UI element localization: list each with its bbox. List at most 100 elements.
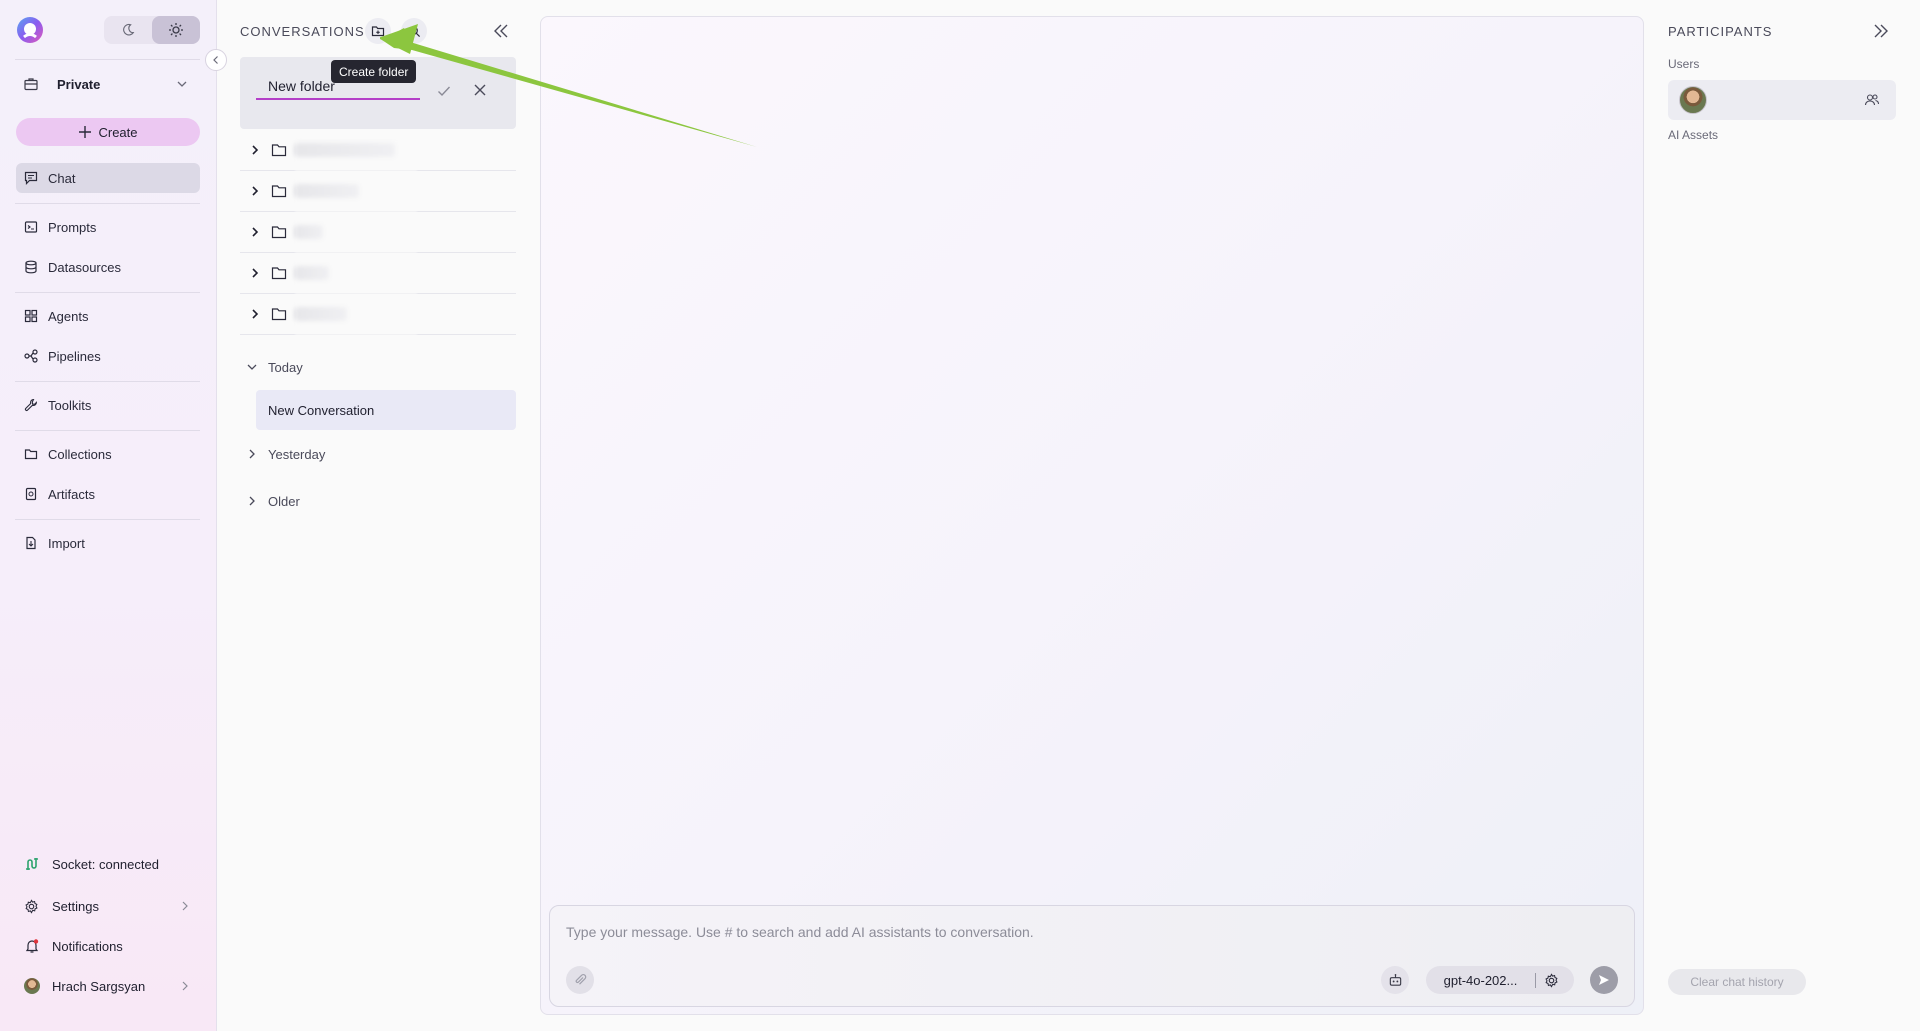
nav-item-collections[interactable]: Collections	[16, 439, 200, 469]
import-icon	[24, 535, 40, 551]
settings-label: Settings	[52, 898, 99, 914]
users-group-icon[interactable]	[1864, 92, 1880, 108]
model-selector[interactable]: gpt-4o-202...	[1426, 966, 1574, 994]
participant-user[interactable]	[1668, 80, 1896, 120]
chevron-right-icon	[252, 309, 259, 319]
theme-toggle[interactable]	[104, 16, 200, 44]
folder-icon	[24, 446, 40, 462]
collapse-conversations-button[interactable]	[492, 22, 510, 40]
model-name: gpt-4o-202...	[1426, 972, 1536, 988]
folder-icon	[271, 185, 287, 198]
chevron-right-icon	[252, 145, 259, 155]
group-yesterday[interactable]: Yesterday	[240, 439, 325, 469]
search-conversations-button[interactable]	[401, 18, 427, 44]
nav-item-chat[interactable]: Chat	[16, 163, 200, 193]
send-button[interactable]	[1590, 966, 1618, 994]
chevron-right-icon	[182, 901, 188, 911]
nav-label: Pipelines	[48, 348, 101, 364]
folder-icon	[271, 226, 287, 239]
user-menu[interactable]: Hrach Sargsyan	[16, 971, 200, 1001]
nav-item-pipelines[interactable]: Pipelines	[16, 341, 200, 371]
robot-icon	[1389, 973, 1401, 986]
chevron-down-icon	[177, 81, 187, 87]
gear-icon	[24, 897, 42, 915]
divider	[15, 519, 200, 520]
group-label: Older	[268, 493, 300, 509]
search-icon	[408, 25, 420, 37]
confirm-folder-button[interactable]	[436, 83, 452, 99]
moon-icon	[123, 23, 135, 36]
nav-item-artifacts[interactable]: Artifacts	[16, 479, 200, 509]
clear-chat-history-button[interactable]: Clear chat history	[1668, 969, 1806, 995]
chat-icon	[24, 170, 40, 186]
pipeline-icon	[24, 348, 40, 364]
chat-area	[540, 16, 1644, 1015]
chevron-right-icon	[252, 268, 259, 278]
divider	[15, 381, 200, 382]
nav-label: Prompts	[48, 219, 97, 235]
attach-button[interactable]	[566, 966, 594, 994]
folder-plus-icon	[371, 26, 385, 37]
create-folder-tooltip: Create folder	[331, 60, 417, 83]
nav-item-datasources[interactable]: Datasources	[16, 252, 200, 282]
avatar	[24, 977, 42, 995]
group-today[interactable]: Today	[240, 352, 303, 382]
dark-mode-button[interactable]	[104, 16, 152, 44]
double-chevron-left-icon	[494, 24, 508, 38]
collapse-participants-button[interactable]	[1872, 22, 1890, 40]
nav-item-agents[interactable]: Agents	[16, 301, 200, 331]
group-older[interactable]: Older	[240, 486, 300, 516]
nav-label: Artifacts	[48, 486, 95, 502]
nav-item-prompts[interactable]: Prompts	[16, 212, 200, 242]
group-label: Yesterday	[268, 446, 326, 462]
create-button[interactable]: Create	[16, 118, 200, 146]
divider	[15, 430, 200, 431]
message-input[interactable]	[566, 920, 1606, 944]
divider	[15, 203, 200, 204]
divider	[15, 292, 200, 293]
check-icon	[438, 86, 451, 97]
folder-icon	[271, 308, 287, 321]
artifact-icon	[24, 486, 40, 502]
chevron-left-icon	[213, 56, 218, 64]
prompt-icon	[24, 219, 40, 235]
message-composer: gpt-4o-202...	[549, 905, 1635, 1007]
user-name: Hrach Sargsyan	[52, 978, 146, 994]
sun-icon	[169, 23, 183, 37]
left-sidebar: Private Create Chat Prompts Datasources …	[0, 0, 217, 1031]
nav-label: Toolkits	[48, 397, 92, 413]
notifications-item[interactable]: Notifications	[16, 931, 200, 961]
ai-assets-label: AI Assets	[1668, 128, 1719, 142]
group-label: Today	[268, 359, 303, 375]
grid-icon	[24, 308, 40, 324]
paperclip-icon	[575, 974, 587, 985]
socket-status: Socket: connected	[16, 849, 200, 879]
nav-label: Datasources	[48, 259, 121, 275]
send-icon	[1599, 975, 1609, 985]
conversations-title: CONVERSATIONS	[240, 24, 365, 39]
conversation-item[interactable]: New Conversation	[256, 390, 516, 430]
briefcase-icon	[24, 78, 38, 91]
notifications-label: Notifications	[52, 938, 123, 954]
settings-item[interactable]: Settings	[16, 891, 200, 921]
collapse-sidebar-button[interactable]	[205, 49, 227, 71]
chevron-right-icon	[182, 981, 188, 991]
create-label: Create	[98, 124, 138, 140]
close-icon	[474, 84, 486, 96]
conversation-title: New Conversation	[268, 402, 375, 418]
light-mode-button[interactable]	[152, 16, 200, 44]
folder-icon	[271, 267, 287, 280]
participants-title: PARTICIPANTS	[1668, 24, 1773, 39]
workspace-select[interactable]: Private	[15, 70, 200, 98]
nav-item-import[interactable]: Import	[16, 528, 200, 558]
cancel-folder-button[interactable]	[473, 83, 487, 97]
privacy-blur	[295, 140, 417, 340]
ai-assistant-button[interactable]	[1381, 966, 1409, 994]
wrench-icon	[24, 397, 40, 413]
chevron-right-icon	[252, 227, 259, 237]
chevron-right-icon	[249, 496, 255, 506]
create-folder-button[interactable]	[365, 18, 391, 44]
gear-icon[interactable]	[1544, 972, 1559, 988]
nav-item-toolkits[interactable]: Toolkits	[16, 390, 200, 420]
app-logo[interactable]	[15, 15, 45, 45]
